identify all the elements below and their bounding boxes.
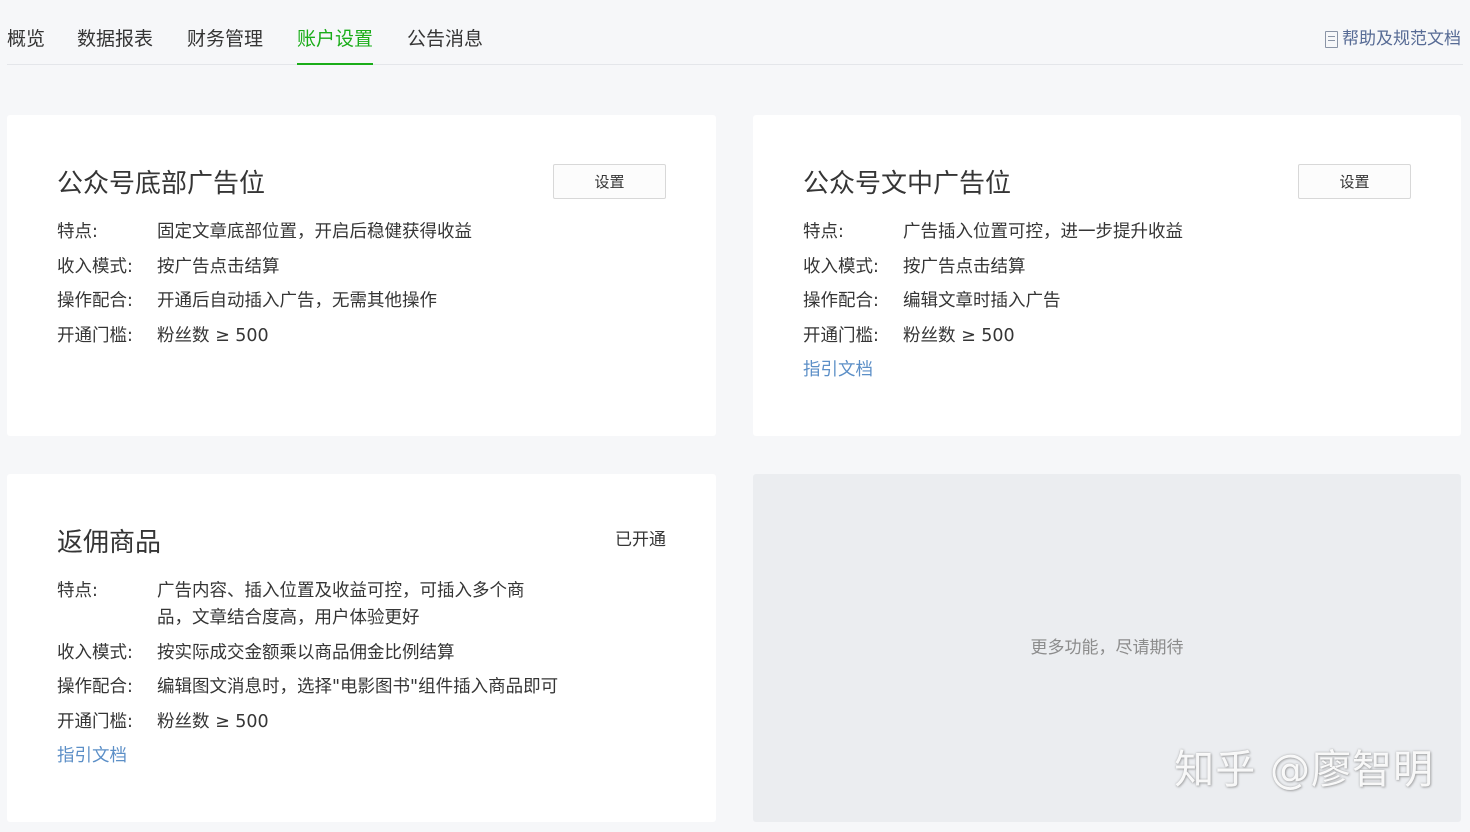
- card-inline-ad: 公众号文中广告位 设置 特点: 广告插入位置可控，进一步提升收益 收入模式: 按…: [753, 115, 1461, 436]
- feature-row: 特点: 广告插入位置可控，进一步提升收益: [803, 219, 1403, 246]
- feature-row: 特点: 广告内容、插入位置及收益可控，可插入多个商品，文章结合度高，用户体验更好: [57, 578, 657, 632]
- feature-value: 广告内容、插入位置及收益可控，可插入多个商品，文章结合度高，用户体验更好: [157, 581, 525, 628]
- status-badge: 已开通: [615, 530, 666, 550]
- help-docs-label: 帮助及规范文档: [1342, 29, 1461, 49]
- feature-label: 特点:: [57, 581, 98, 601]
- feature-label: 操作配合:: [57, 291, 133, 311]
- settings-button[interactable]: 设置: [553, 164, 666, 199]
- feature-list: 特点: 固定文章底部位置，开启后稳健获得收益 收入模式: 按广告点击结算 操作配…: [57, 219, 657, 357]
- guide-doc-link[interactable]: 指引文档: [57, 743, 127, 770]
- feature-value: 开通后自动插入广告，无需其他操作: [157, 291, 437, 311]
- feature-label: 收入模式:: [57, 256, 133, 277]
- feature-label: 操作配合:: [57, 677, 133, 697]
- card-title: 公众号底部广告位: [57, 169, 266, 199]
- guide-doc-link[interactable]: 指引文档: [803, 357, 873, 384]
- tab-overview[interactable]: 概览: [7, 26, 45, 52]
- feature-row: 操作配合: 开通后自动插入广告，无需其他操作: [57, 288, 657, 315]
- card-commission-products: 返佣商品 已开通 特点: 广告内容、插入位置及收益可控，可插入多个商品，文章结合…: [7, 474, 716, 822]
- help-docs-link[interactable]: 帮助及规范文档: [1325, 27, 1461, 51]
- coming-soon-text: 更多功能，尽请期待: [1030, 638, 1184, 658]
- feature-label: 操作配合:: [803, 291, 879, 311]
- feature-value: 编辑图文消息时，选择"电影图书"组件插入商品即可: [157, 677, 559, 697]
- feature-value: 固定文章底部位置，开启后稳健获得收益: [157, 222, 472, 242]
- feature-list: 特点: 广告内容、插入位置及收益可控，可插入多个商品，文章结合度高，用户体验更好…: [57, 578, 657, 770]
- feature-label: 特点:: [57, 222, 98, 242]
- feature-row: 开通门槛: 粉丝数 ≥ 500: [803, 323, 1403, 350]
- card-title: 公众号文中广告位: [803, 169, 1012, 199]
- tab-finance[interactable]: 财务管理: [187, 26, 263, 52]
- feature-row: 开通门槛: 粉丝数 ≥ 500: [57, 709, 657, 736]
- ad-settings-page: 概览 数据报表 财务管理 账户设置 公告消息 帮助及规范文档 公众号底部广告位 …: [0, 0, 1470, 832]
- settings-button[interactable]: 设置: [1298, 164, 1411, 199]
- feature-list: 特点: 广告插入位置可控，进一步提升收益 收入模式: 按广告点击结算 操作配合:…: [803, 219, 1403, 384]
- feature-row: 操作配合: 编辑图文消息时，选择"电影图书"组件插入商品即可: [57, 674, 657, 701]
- feature-label: 收入模式:: [803, 256, 879, 277]
- feature-row: 收入模式: 按广告点击结算: [803, 254, 1403, 281]
- feature-label: 开通门槛:: [57, 711, 133, 732]
- feature-value: 编辑文章时插入广告: [903, 291, 1061, 311]
- feature-row: 开通门槛: 粉丝数 ≥ 500: [57, 323, 657, 350]
- feature-row: 收入模式: 按广告点击结算: [57, 254, 657, 281]
- document-icon: [1325, 30, 1338, 48]
- feature-value: 按广告点击结算: [903, 256, 1026, 277]
- feature-label: 开通门槛:: [803, 325, 879, 346]
- feature-value: 按实际成交金额乘以商品佣金比例结算: [157, 642, 455, 663]
- feature-label: 收入模式:: [57, 642, 133, 663]
- feature-row: 操作配合: 编辑文章时插入广告: [803, 288, 1403, 315]
- tab-account-settings[interactable]: 账户设置: [297, 26, 374, 65]
- tab-data-reports[interactable]: 数据报表: [77, 26, 153, 52]
- watermark: 知乎 @廖智明: [1174, 747, 1434, 793]
- feature-value: 粉丝数 ≥ 500: [157, 325, 269, 346]
- tab-announcements[interactable]: 公告消息: [407, 26, 483, 52]
- card-bottom-ad: 公众号底部广告位 设置 特点: 固定文章底部位置，开启后稳健获得收益 收入模式:…: [7, 115, 716, 436]
- feature-value: 粉丝数 ≥ 500: [903, 325, 1015, 346]
- feature-row: 特点: 固定文章底部位置，开启后稳健获得收益: [57, 219, 657, 246]
- feature-value: 粉丝数 ≥ 500: [157, 711, 269, 732]
- feature-value: 按广告点击结算: [157, 256, 280, 277]
- feature-row: 收入模式: 按实际成交金额乘以商品佣金比例结算: [57, 640, 657, 667]
- feature-label: 开通门槛:: [57, 325, 133, 346]
- top-navigation: 概览 数据报表 财务管理 账户设置 公告消息 帮助及规范文档: [7, 0, 1463, 65]
- feature-label: 特点:: [803, 222, 844, 242]
- card-title: 返佣商品: [57, 528, 162, 558]
- feature-value: 广告插入位置可控，进一步提升收益: [903, 222, 1183, 242]
